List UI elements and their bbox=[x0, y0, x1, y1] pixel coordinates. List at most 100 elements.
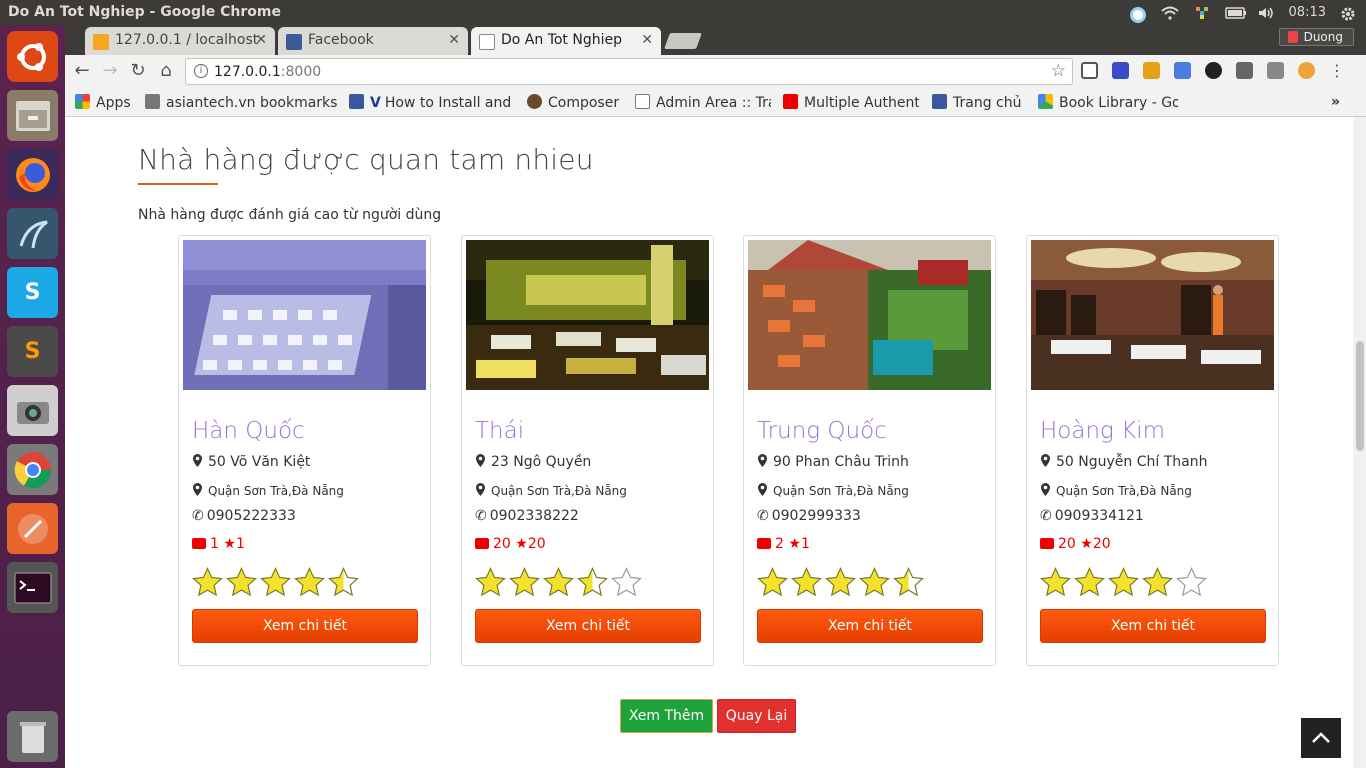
new-tab-button[interactable] bbox=[664, 33, 702, 49]
files-icon[interactable] bbox=[7, 90, 58, 141]
cookie-extension-icon[interactable] bbox=[1298, 62, 1315, 79]
phone-icon: ✆ bbox=[475, 508, 487, 524]
view-details-button[interactable]: Xem chi tiết bbox=[475, 609, 701, 643]
rating-star-icon bbox=[509, 567, 540, 597]
bookmark-composer[interactable]: Composer bbox=[527, 94, 619, 111]
address-bar[interactable]: i 127.0.0.1:8000 ☆ bbox=[185, 58, 1073, 85]
settings-gear-icon[interactable] bbox=[1340, 6, 1358, 20]
screenshot-camera-icon[interactable] bbox=[1267, 62, 1284, 79]
rating-count: 20 bbox=[1092, 536, 1111, 552]
chrome-icon[interactable] bbox=[7, 444, 58, 495]
view-details-button[interactable]: Xem chi tiết bbox=[1040, 609, 1266, 643]
skype-tray-icon[interactable] bbox=[1129, 6, 1147, 23]
tab-phpmyadmin[interactable]: 127.0.0.1 / localhost ✕ bbox=[85, 27, 275, 55]
phone-icon: ✆ bbox=[192, 508, 204, 524]
restaurant-name[interactable]: Hàn Quốc bbox=[192, 418, 305, 444]
trash-icon[interactable] bbox=[7, 711, 58, 762]
translate-extension-icon[interactable] bbox=[1174, 62, 1191, 79]
map-marker-icon bbox=[476, 454, 485, 467]
system-top-panel: Do An Tot Nghiep - Google Chrome 08:13 bbox=[0, 0, 1366, 25]
view-details-button[interactable]: Xem chi tiết bbox=[757, 609, 983, 643]
scrollbar-thumb[interactable] bbox=[1356, 341, 1364, 451]
home-icon[interactable]: ⌂ bbox=[155, 60, 177, 82]
color-picker-extension-icon[interactable] bbox=[1236, 62, 1253, 79]
ubuntu-dash-icon[interactable] bbox=[7, 31, 58, 82]
rating-star-icon bbox=[1176, 567, 1207, 597]
screen-extension-icon[interactable] bbox=[1112, 62, 1129, 79]
restaurant-name[interactable]: Hoàng Kim bbox=[1040, 418, 1165, 444]
volume-icon[interactable] bbox=[1257, 6, 1275, 20]
clock[interactable]: 08:13 bbox=[1289, 5, 1326, 20]
more-bookmarks-chevron-icon[interactable]: » bbox=[1331, 94, 1340, 110]
postman-icon[interactable] bbox=[7, 503, 58, 554]
forward-arrow-icon[interactable]: → bbox=[99, 60, 121, 82]
firefox-icon[interactable] bbox=[7, 149, 58, 200]
wifi-icon[interactable] bbox=[1160, 6, 1179, 20]
mysql-workbench-icon[interactable] bbox=[7, 208, 58, 259]
rating-star-icon bbox=[1040, 567, 1071, 597]
restaurant-photo[interactable] bbox=[748, 240, 991, 390]
chrome-menu-icon[interactable]: ⋮ bbox=[1329, 62, 1345, 79]
rating-star-icon bbox=[577, 567, 608, 597]
tab-strip: 127.0.0.1 / localhost ✕ Facebook ✕ Do An… bbox=[65, 25, 1366, 55]
view-more-button[interactable]: Xem Thêm bbox=[620, 699, 713, 733]
camera-app-icon[interactable] bbox=[7, 385, 58, 436]
reload-icon[interactable]: ↻ bbox=[127, 60, 149, 82]
page-scrollbar[interactable] bbox=[1353, 117, 1366, 768]
chevron-up-icon bbox=[1312, 732, 1330, 743]
battery-icon[interactable] bbox=[1224, 6, 1246, 20]
restaurant-phone: ✆ 0902999333 bbox=[757, 508, 861, 524]
tab-facebook[interactable]: Facebook ✕ bbox=[278, 27, 468, 55]
skype-icon[interactable]: S bbox=[7, 267, 58, 318]
bookmark-multiple-auth[interactable]: Multiple Authent bbox=[783, 94, 919, 111]
restaurant-name[interactable]: Thái bbox=[475, 418, 524, 444]
close-tab-icon[interactable]: ✕ bbox=[448, 32, 460, 48]
terminal-icon[interactable] bbox=[7, 562, 58, 613]
map-marker-icon bbox=[1041, 483, 1050, 496]
close-tab-icon[interactable]: ✕ bbox=[641, 32, 653, 48]
bookmark-book-library[interactable]: Book Library - Go bbox=[1038, 94, 1178, 111]
back-arrow-icon[interactable]: ← bbox=[71, 60, 93, 82]
star-icon: ★ bbox=[788, 536, 801, 552]
phpmyadmin-favicon-icon bbox=[93, 34, 109, 50]
rating-star-icon bbox=[543, 567, 574, 597]
profile-button[interactable]: Duong bbox=[1278, 28, 1354, 46]
unity-launcher: S S bbox=[0, 25, 65, 768]
tab-do-an-tot-nghiep[interactable]: Do An Tot Nghiep ✕ bbox=[471, 27, 661, 55]
map-marker-icon bbox=[758, 483, 767, 496]
rating-star-icon bbox=[1142, 567, 1173, 597]
star-rating bbox=[475, 567, 642, 601]
comment-icon bbox=[192, 538, 206, 549]
bookmark-apps[interactable]: Apps bbox=[75, 94, 131, 111]
bookmark-asiantech[interactable]: asiantech.vn bookmarks bbox=[145, 94, 340, 111]
bookmark-admin-area[interactable]: Admin Area :: Tra bbox=[635, 94, 771, 111]
url-host: 127.0.0.1 bbox=[214, 64, 281, 80]
info-icon[interactable]: i bbox=[194, 64, 208, 78]
view-details-button[interactable]: Xem chi tiết bbox=[192, 609, 418, 643]
bookmark-trang-chu[interactable]: Trang chủ bbox=[932, 94, 1021, 111]
keyboard-indicator-icon[interactable] bbox=[1193, 6, 1211, 20]
map-marker-icon bbox=[1041, 454, 1050, 467]
restaurant-card: Trung Quốc 90 Phan Châu Trinh Quận Sơn T… bbox=[743, 235, 996, 666]
restaurant-counts: 20 ★20 bbox=[475, 536, 546, 552]
go-back-button[interactable]: Quay Lại bbox=[717, 699, 796, 733]
map-marker-icon bbox=[758, 454, 767, 467]
restaurant-card: Thái 23 Ngô Quyền Quận Sơn Trà,Đà Nẵng ✆… bbox=[461, 235, 714, 666]
restaurant-photo[interactable] bbox=[1031, 240, 1274, 390]
page-content: Nhà hàng được quan tam nhieu Nhà hàng đư… bbox=[65, 117, 1353, 768]
tab-label: 127.0.0.1 / localhost bbox=[115, 32, 259, 48]
sublime-text-icon[interactable]: S bbox=[7, 326, 58, 377]
comment-count: 20 bbox=[493, 536, 511, 552]
fox-extension-icon[interactable] bbox=[1143, 62, 1160, 79]
bookmark-how-to-install[interactable]: V How to Install and bbox=[349, 94, 514, 111]
close-tab-icon[interactable]: ✕ bbox=[255, 32, 267, 48]
restaurant-photo[interactable] bbox=[183, 240, 426, 390]
profile-name: Duong bbox=[1303, 30, 1343, 44]
restaurant-name[interactable]: Trung Quốc bbox=[757, 418, 887, 444]
ninja-extension-icon[interactable] bbox=[1205, 62, 1222, 79]
qr-code-extension-icon[interactable] bbox=[1081, 62, 1098, 79]
restaurant-photo[interactable] bbox=[466, 240, 709, 390]
restaurant-district: Quận Sơn Trà,Đà Nẵng bbox=[757, 483, 909, 498]
bookmark-star-icon[interactable]: ☆ bbox=[1051, 61, 1066, 81]
scroll-to-top-button[interactable] bbox=[1301, 718, 1341, 758]
